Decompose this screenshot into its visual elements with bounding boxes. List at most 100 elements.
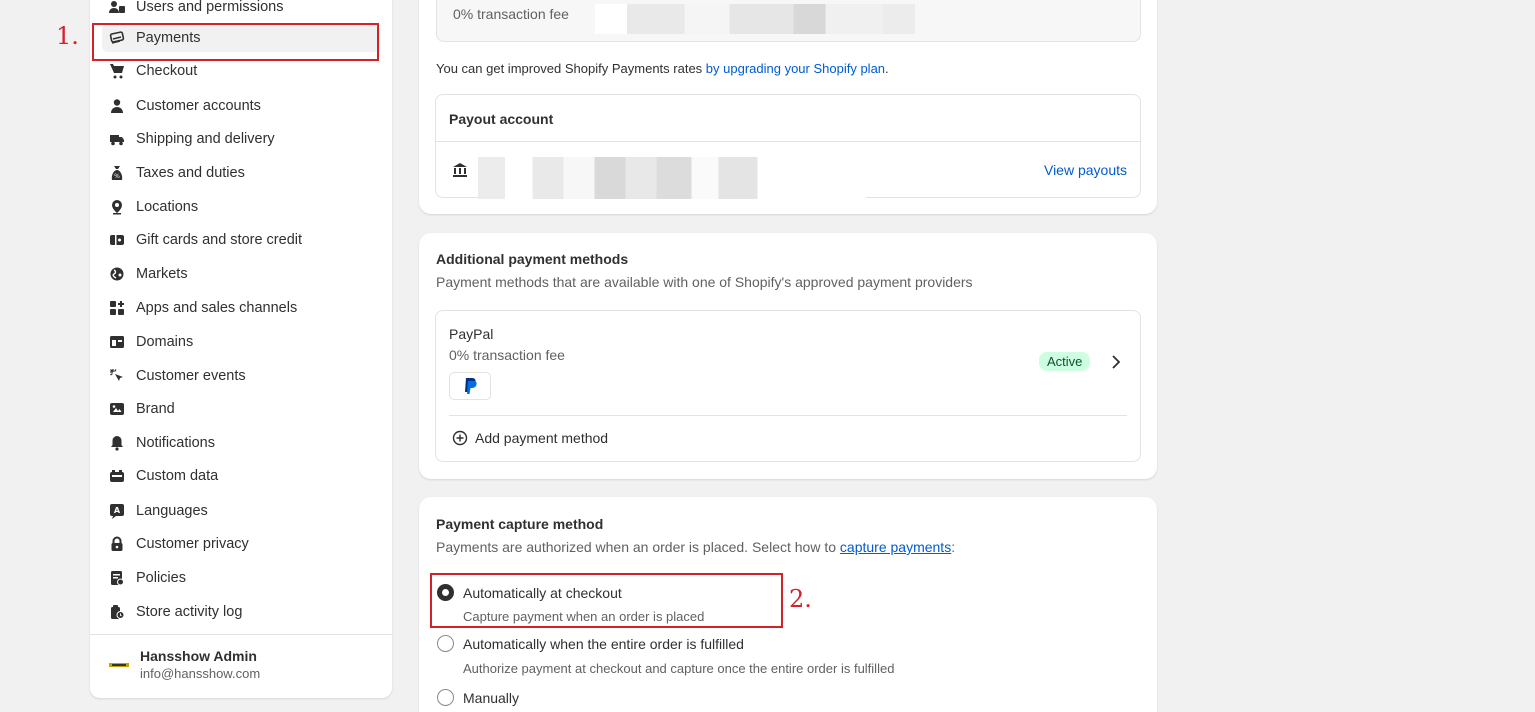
cart-icon [108,62,126,80]
capture-payments-link[interactable]: capture payments [840,539,951,555]
annotation-number-2: 2. [789,585,812,613]
sidebar-item-taxes-and-duties[interactable]: % Taxes and duties [102,159,380,187]
sidebar-item-checkout[interactable]: Checkout [102,57,380,85]
payout-account-box: Payout account View payouts [435,94,1141,199]
apps-icon [108,299,126,317]
sidebar-item-languages[interactable]: A Languages [102,497,380,525]
sidebar-item-label: Apps and sales channels [136,300,298,316]
custom-data-icon [108,467,126,485]
sidebar-item-label: Policies [136,570,186,586]
sidebar-item-store-activity-log[interactable]: Store activity log [102,598,380,626]
sidebar-item-label: Taxes and duties [136,165,245,181]
paypal-provider-box[interactable]: PayPal 0% transaction fee Active Add pay… [435,310,1141,462]
redacted-area [595,4,915,34]
user-email: info@hansshow.com [140,666,261,681]
transaction-fee-box: 0% transaction fee [436,0,1141,42]
sidebar-item-label: Markets [136,266,188,282]
gift-card-icon [108,231,126,249]
annotation-number-1: 1. [56,22,79,50]
bank-icon [452,162,468,178]
truck-icon [108,130,126,148]
radio-when-order-fulfilled[interactable] [437,635,454,652]
svg-text:A: A [114,506,121,515]
radio-manually[interactable] [437,689,454,706]
sidebar-item-notifications[interactable]: Notifications [102,429,380,457]
add-payment-method-button[interactable]: Add payment method [452,430,608,446]
sidebar-item-label: Brand [136,401,175,417]
bell-icon [108,434,126,452]
sidebar-item-gift-cards[interactable]: Gift cards and store credit [102,226,380,254]
capture-subtitle: Payments are authorized when an order is… [436,539,955,555]
domains-icon [108,333,126,351]
svg-text:%: % [114,173,120,180]
payout-account-title: Payout account [449,111,554,127]
provider-divider [449,415,1127,416]
sidebar-item-label: Domains [136,334,194,350]
plus-circle-icon [452,430,468,446]
redacted-area [478,157,866,199]
capture-subtitle-suffix: : [951,539,956,555]
capture-subtitle-text: Payments are authorized when an order is… [436,539,840,555]
option-label[interactable]: Manually [463,690,519,706]
settings-sidebar: Users and permissions Payments Checkout … [90,0,392,698]
sidebar-item-domains[interactable]: Domains [102,328,380,356]
sidebar-item-label: Notifications [136,435,215,451]
upgrade-plan-link[interactable]: by upgrading your Shopify plan [706,61,885,76]
sidebar-item-brand[interactable]: Brand [102,395,380,423]
user-account[interactable]: Hansshow Admin info@hansshow.com [108,648,260,681]
add-payment-method-label: Add payment method [475,430,609,446]
person-icon [108,97,126,115]
sidebar-item-label: Customer accounts [136,98,261,114]
sidebar-item-label: Languages [136,503,208,519]
sidebar-item-shipping-and-delivery[interactable]: Shipping and delivery [102,125,380,153]
sidebar-item-label: Custom data [136,468,219,484]
sidebar-item-customer-events[interactable]: Customer events [102,362,380,390]
sidebar-item-custom-data[interactable]: Custom data [102,462,380,490]
activity-log-icon [108,603,126,621]
upgrade-note-suffix: . [885,61,889,76]
sidebar-item-label: Checkout [136,63,198,79]
language-icon: A [108,502,126,520]
option-label[interactable]: Automatically when the entire order is f… [463,636,744,652]
sidebar-item-users-and-permissions[interactable]: Users and permissions [102,0,380,21]
lock-icon [108,535,126,553]
option-description: Authorize payment at checkout and captur… [463,661,895,676]
sidebar-item-markets[interactable]: Markets [102,260,380,288]
sidebar-item-locations[interactable]: Locations [102,193,380,221]
provider-fee: 0% transaction fee [449,347,565,363]
sidebar-item-label: Shipping and delivery [136,131,275,147]
sidebar-item-customer-accounts[interactable]: Customer accounts [102,92,380,120]
sidebar-item-label: Store activity log [136,604,243,620]
sidebar-item-apps-and-sales-channels[interactable]: Apps and sales channels [102,294,380,322]
sidebar-item-label: Gift cards and store credit [136,232,303,248]
sidebar-item-label: Customer privacy [136,536,249,552]
users-icon [108,0,126,16]
status-badge: Active [1039,352,1091,371]
brand-icon [108,400,126,418]
tax-bag-icon: % [108,164,126,182]
sidebar-item-customer-privacy[interactable]: Customer privacy [102,530,380,558]
additional-methods-title: Additional payment methods [436,251,629,267]
sidebar-item-label: Locations [136,199,199,215]
annotation-box-2 [430,573,783,628]
globe-icon [108,265,126,283]
sidebar-item-label: Users and permissions [136,0,284,15]
view-payouts-link[interactable]: View payouts [1044,162,1127,178]
sidebar-item-policies[interactable]: Policies [102,564,380,592]
additional-methods-subtitle: Payment methods that are available with … [436,274,973,290]
capture-title: Payment capture method [436,516,604,532]
upgrade-note-text: You can get improved Shopify Payments ra… [436,61,706,76]
sidebar-item-label: Customer events [136,368,246,384]
avatar [108,654,130,676]
sidebar-divider [90,634,392,635]
policies-icon [108,569,126,587]
user-name: Hansshow Admin [140,648,257,664]
shopify-payments-card: 0% transaction fee You can get improved … [419,0,1157,214]
location-pin-icon [108,198,126,216]
payout-divider [436,141,1140,142]
chevron-right-icon[interactable] [1111,355,1121,374]
paypal-logo-icon [449,372,491,400]
annotation-box-1 [92,23,379,61]
upgrade-note: You can get improved Shopify Payments ra… [436,61,889,76]
cursor-click-icon [108,367,126,385]
